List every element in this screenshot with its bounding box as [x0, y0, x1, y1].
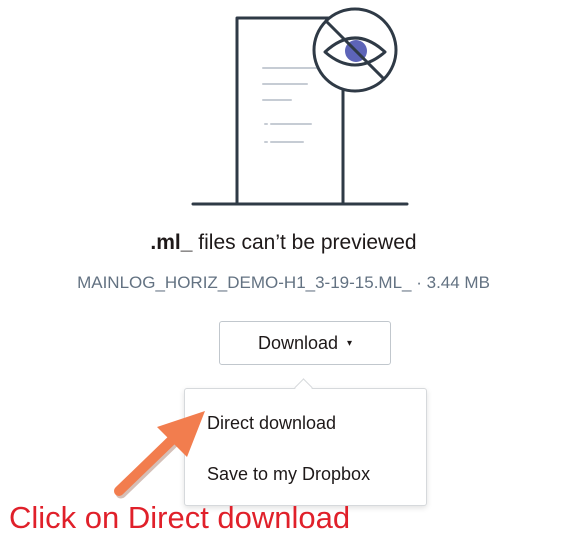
menu-item-direct-download[interactable]: Direct download: [207, 413, 336, 434]
file-size: 3.44 MB: [426, 273, 490, 292]
no-preview-message: files can’t be previewed: [192, 231, 417, 254]
download-button-label: Download: [257, 332, 339, 353]
file-info-separator: ·: [411, 273, 427, 292]
no-preview-illustration: [191, 7, 409, 206]
file-extension: .ml_: [150, 231, 193, 254]
caret-down-icon: ▾: [347, 337, 353, 349]
annotation-arrow-icon: [114, 411, 205, 499]
download-dropdown-menu: Direct download Save to my Dropbox: [184, 388, 427, 506]
download-button[interactable]: Download ▾: [219, 321, 391, 365]
file-info: MAINLOG_HORIZ_DEMO-H1_3-19-15.ML_ · 3.44…: [0, 272, 567, 294]
no-preview-heading: .ml_ files can’t be previewed: [0, 230, 567, 256]
file-name: MAINLOG_HORIZ_DEMO-H1_3-19-15.ML_: [77, 273, 412, 292]
annotation-caption: Click on Direct download: [9, 500, 351, 535]
menu-item-save-to-dropbox[interactable]: Save to my Dropbox: [207, 464, 370, 485]
